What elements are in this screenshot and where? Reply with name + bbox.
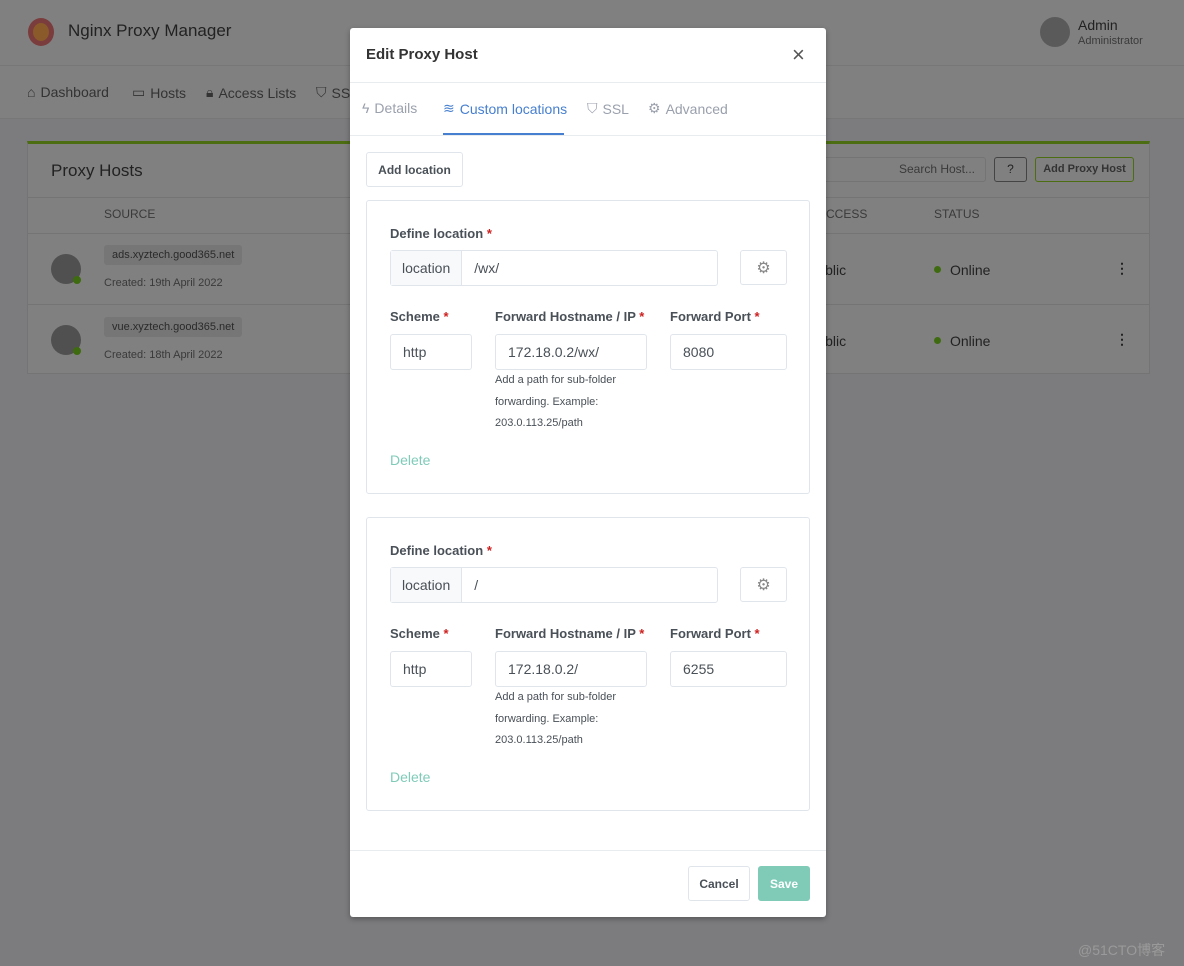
tab-label: Details (374, 100, 418, 116)
created-date: Created: 19th April 2022 (104, 277, 223, 289)
scheme-input[interactable]: http (390, 651, 472, 687)
location-prefix: location (391, 568, 463, 602)
app-title[interactable]: Nginx Proxy Manager (68, 21, 231, 41)
scheme-label: Scheme * (390, 309, 449, 324)
monitor-icon: ▭ (132, 84, 146, 100)
location-settings-gear-icon[interactable]: ⚙ (740, 567, 787, 602)
nav-label: Hosts (150, 84, 187, 101)
help-icon: ? (1007, 162, 1014, 176)
tab-advanced[interactable]: ⚙ Advanced (648, 100, 728, 117)
nav-label: Dashboard (40, 84, 109, 100)
more-menu-icon[interactable]: ⋮ (1115, 331, 1129, 348)
lock-icon: 🔒︎ (206, 84, 214, 100)
forward-port-input[interactable]: 8080 (670, 334, 787, 370)
bolt-icon: ϟ (362, 100, 370, 116)
status-text: Online (950, 333, 991, 349)
layers-icon: ≋ (443, 100, 455, 116)
help-button[interactable]: ? (994, 157, 1027, 182)
status-dot (934, 337, 941, 344)
modal-title: Edit Proxy Host (366, 46, 478, 63)
host-help-text: Add a path for sub-folder forwarding. Ex… (495, 374, 617, 429)
forward-port-label: Forward Port * (670, 626, 760, 641)
location-block: Define location * location /wx/ ⚙ Scheme… (366, 200, 810, 494)
shield-icon: ⛉ (316, 84, 327, 100)
scheme-label: Scheme * (390, 626, 449, 641)
nav-access-lists[interactable]: 🔒︎ Access Lists (206, 84, 296, 101)
tab-custom-locations[interactable]: ≋ Custom locations (443, 100, 567, 117)
online-dot (73, 347, 81, 355)
delete-location-link[interactable]: Delete (390, 769, 430, 785)
gear-icon: ⚙ (648, 100, 661, 116)
home-icon: ⌂ (27, 84, 36, 100)
status-dot (934, 266, 941, 273)
column-status: STATUS (934, 207, 980, 221)
add-location-button[interactable]: Add location (366, 152, 463, 187)
more-menu-icon[interactable]: ⋮ (1115, 260, 1129, 277)
domain-tag[interactable]: vue.xyztech.good365.net (104, 317, 243, 337)
host-help-text: Add a path for sub-folder forwarding. Ex… (495, 691, 617, 746)
tab-label: Advanced (665, 100, 728, 117)
forward-host-label: Forward Hostname / IP * (495, 309, 645, 324)
forward-host-input[interactable]: 172.18.0.2/ (495, 651, 647, 687)
nav-label: Access Lists (218, 84, 297, 101)
online-dot (73, 276, 81, 284)
nav-dashboard[interactable]: ⌂ Dashboard (27, 84, 109, 100)
created-date: Created: 18th April 2022 (104, 349, 223, 361)
location-path-input[interactable]: location /wx/ (390, 250, 718, 286)
define-location-label: Define location * (390, 543, 492, 558)
save-button[interactable]: Save (758, 866, 810, 901)
status-text: Online (950, 262, 991, 278)
define-location-label: Define location * (390, 226, 492, 241)
delete-location-link[interactable]: Delete (390, 452, 430, 468)
location-settings-gear-icon[interactable]: ⚙ (740, 250, 787, 285)
location-path-value[interactable]: /wx/ (462, 260, 499, 276)
card-title: Proxy Hosts (51, 161, 143, 180)
cancel-button[interactable]: Cancel (688, 866, 750, 901)
column-source: SOURCE (104, 207, 156, 221)
add-proxy-host-button[interactable]: Add Proxy Host (1035, 157, 1134, 182)
forward-host-label: Forward Hostname / IP * (495, 626, 645, 641)
user-avatar[interactable] (1040, 17, 1070, 47)
user-role: Administrator (1078, 35, 1143, 47)
tab-ssl[interactable]: ⛉ SSL (587, 100, 629, 117)
tab-label: SSL (602, 100, 629, 117)
logo-icon (28, 18, 54, 46)
tab-details[interactable]: ϟ Details (362, 100, 417, 116)
close-icon[interactable]: × (792, 42, 805, 68)
nav-hosts[interactable]: ▭ Hosts (132, 84, 186, 101)
location-block: Define location * location / ⚙ Scheme * … (366, 517, 810, 811)
domain-tag[interactable]: ads.xyztech.good365.net (104, 245, 243, 265)
scheme-input[interactable]: http (390, 334, 472, 370)
search-input[interactable]: Search Host... (818, 157, 986, 182)
forward-port-label: Forward Port * (670, 309, 760, 324)
user-name[interactable]: Admin (1078, 17, 1118, 33)
location-path-input[interactable]: location / (390, 567, 718, 603)
forward-port-input[interactable]: 6255 (670, 651, 787, 687)
tab-label: Custom locations (459, 100, 568, 117)
edit-proxy-host-modal: Edit Proxy Host × ϟ Details ≋ Custom locat… (350, 28, 826, 917)
forward-host-input[interactable]: 172.18.0.2/wx/ (495, 334, 647, 370)
shield-icon: ⛉ (587, 100, 598, 116)
location-path-value[interactable]: / (462, 577, 478, 593)
watermark: @51CTO博客 (1078, 942, 1166, 958)
location-prefix: location (391, 251, 463, 285)
